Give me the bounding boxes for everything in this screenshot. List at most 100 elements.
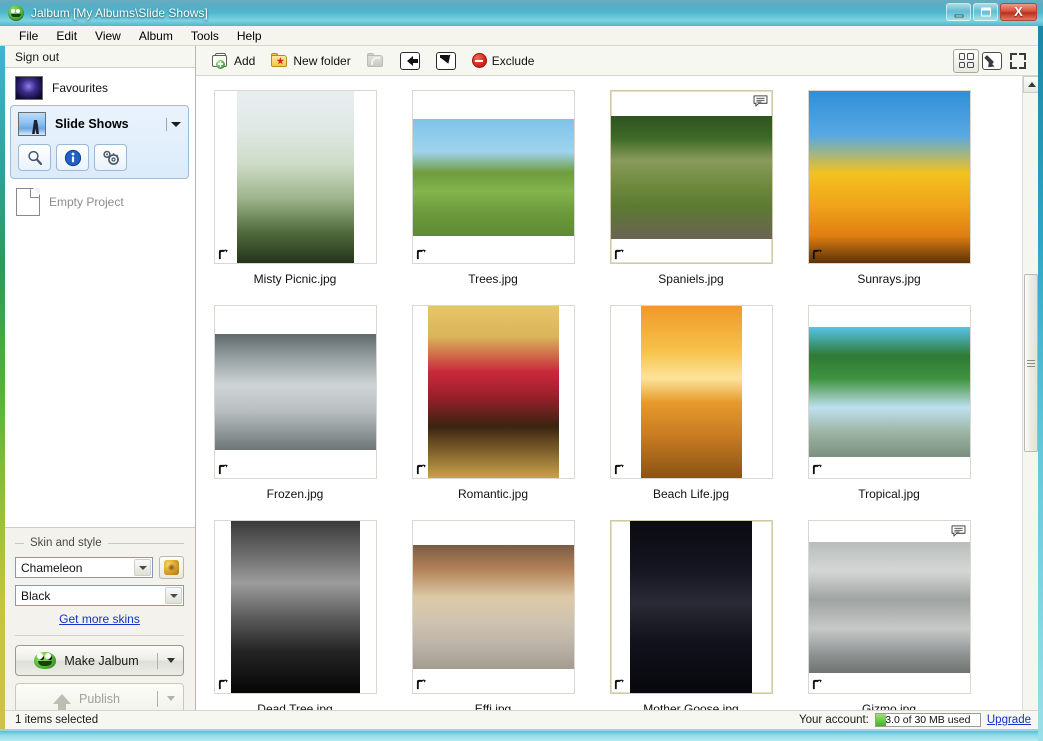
thumbnail-cell[interactable]: Trees.jpg — [394, 90, 592, 305]
corner-arrow-icon[interactable] — [416, 249, 427, 260]
album-header: Slide Shows — [18, 112, 181, 136]
thumbnail-cell[interactable]: Effi.jpg — [394, 520, 592, 729]
add-button[interactable]: Add — [204, 49, 263, 73]
sidebar-item-favourites[interactable]: Favourites — [10, 74, 189, 102]
menu-edit[interactable]: Edit — [47, 27, 86, 45]
menu-file[interactable]: File — [10, 27, 47, 45]
thumbnail-card[interactable] — [610, 90, 773, 264]
search-button[interactable] — [18, 144, 51, 171]
thumbnail-card[interactable] — [610, 305, 773, 479]
corner-arrow-icon[interactable] — [614, 249, 625, 260]
sidebar-item-empty-project[interactable]: Empty Project — [10, 186, 189, 218]
thumbnail-cell[interactable]: Frozen.jpg — [196, 305, 394, 520]
skin-group-label: Skin and style — [30, 537, 102, 549]
thumbnail-cell[interactable]: Misty Picnic.jpg — [196, 90, 394, 305]
corner-arrow-icon[interactable] — [218, 679, 229, 690]
thumbnail-cell[interactable]: Spaniels.jpg — [592, 90, 790, 305]
exclude-icon — [472, 53, 487, 68]
make-jalbum-content: Make Jalbum — [16, 652, 157, 669]
get-more-skins-link[interactable]: Get more skins — [59, 612, 140, 626]
thumbnail-image — [237, 91, 354, 263]
fullscreen-button[interactable] — [1005, 49, 1031, 73]
thumbnail-grid[interactable]: Misty Picnic.jpg Trees.jpg Spaniels.jpg Sun… — [196, 76, 1022, 729]
thumbnail-card[interactable] — [412, 305, 575, 479]
album-dropdown-button[interactable] — [166, 118, 181, 131]
panel-divider — [15, 635, 184, 636]
thumbnail-cell[interactable]: Sunrays.jpg — [790, 90, 988, 305]
menu-bar: File Edit View Album Tools Help — [0, 26, 1043, 46]
corner-arrow-icon[interactable] — [218, 464, 229, 475]
forward-button[interactable] — [428, 49, 464, 73]
make-jalbum-dropdown[interactable] — [158, 658, 183, 663]
thumbnail-cell[interactable]: Tropical.jpg — [790, 305, 988, 520]
minimize-icon — [954, 15, 963, 18]
skin-preview-button[interactable] — [159, 556, 184, 579]
thumbnail-caption: Trees.jpg — [468, 272, 518, 286]
thumbnail-caption: Tropical.jpg — [858, 487, 920, 501]
skin-select[interactable]: Chameleon — [15, 557, 153, 578]
thumbnail-cell[interactable]: Mother Goose.jpg — [592, 520, 790, 729]
exclude-button[interactable]: Exclude — [464, 49, 543, 73]
style-select-value: Black — [16, 589, 50, 603]
thumbnail-card[interactable] — [610, 520, 773, 694]
thumbnail-card[interactable] — [808, 520, 971, 694]
comment-icon[interactable] — [753, 95, 768, 107]
thumbnail-card[interactable] — [214, 305, 377, 479]
quota-bar: 3.0 of 30 MB used — [875, 713, 981, 727]
edit-button[interactable] — [979, 49, 1005, 73]
new-folder-button[interactable]: New folder — [263, 49, 358, 73]
menu-album[interactable]: Album — [130, 27, 182, 45]
corner-arrow-icon[interactable] — [218, 249, 229, 260]
frog-icon — [8, 5, 24, 21]
corner-arrow-icon[interactable] — [416, 679, 427, 690]
thumbnail-cell[interactable]: Gizmo.jpg — [790, 520, 988, 729]
thumbnail-card[interactable] — [412, 90, 575, 264]
status-bar: 1 items selected Your account: 3.0 of 30… — [4, 710, 1039, 729]
corner-arrow-icon[interactable] — [812, 679, 823, 690]
thumbnail-card[interactable] — [808, 305, 971, 479]
grid-view-button[interactable] — [953, 49, 979, 73]
up-folder-icon — [367, 53, 384, 68]
sidebar-item-slide-shows[interactable]: Slide Shows — [10, 105, 189, 179]
corner-arrow-icon[interactable] — [614, 464, 625, 475]
corner-arrow-icon[interactable] — [812, 249, 823, 260]
grip-icon — [1027, 358, 1035, 369]
menu-view[interactable]: View — [86, 27, 130, 45]
menu-help[interactable]: Help — [228, 27, 271, 45]
thumbnail-cell[interactable]: Romantic.jpg — [394, 305, 592, 520]
up-folder-button[interactable] — [359, 49, 392, 73]
corner-arrow-icon[interactable] — [416, 464, 427, 475]
window-controls: X — [946, 3, 1037, 21]
thumbnail-card[interactable] — [214, 520, 377, 694]
upgrade-link[interactable]: Upgrade — [987, 714, 1031, 726]
vertical-scrollbar[interactable] — [1022, 76, 1039, 729]
thumbnail-card[interactable] — [412, 520, 575, 694]
make-jalbum-button[interactable]: Make Jalbum — [15, 645, 184, 676]
sidebar-spacer — [4, 218, 195, 527]
back-button[interactable] — [392, 49, 428, 73]
publish-dropdown[interactable] — [158, 696, 183, 701]
corner-arrow-icon[interactable] — [614, 679, 625, 690]
toolbar: Add New folder — [196, 46, 1039, 76]
comment-icon[interactable] — [951, 525, 966, 537]
sign-out-link[interactable]: Sign out — [15, 50, 59, 64]
menu-tools[interactable]: Tools — [182, 27, 228, 45]
info-button[interactable] — [56, 144, 89, 171]
minimize-button[interactable] — [946, 3, 971, 21]
settings-button[interactable] — [94, 144, 127, 171]
thumbnail-caption: Spaniels.jpg — [658, 272, 723, 286]
thumbnail-card[interactable] — [808, 90, 971, 264]
scrollbar-thumb[interactable] — [1024, 274, 1038, 452]
close-button[interactable]: X — [1000, 3, 1037, 21]
thumbnail-cell[interactable]: Beach Life.jpg — [592, 305, 790, 520]
thumbnail-cell[interactable]: Dead Tree.jpg — [196, 520, 394, 729]
publish-label: Publish — [79, 692, 120, 706]
thumbnail-card[interactable] — [214, 90, 377, 264]
maximize-button[interactable] — [973, 3, 998, 21]
corner-arrow-icon[interactable] — [812, 464, 823, 475]
chevron-up-icon — [1028, 82, 1036, 87]
style-select[interactable]: Black — [15, 585, 184, 606]
album-tree: Favourites Slide Shows — [4, 68, 195, 218]
selection-status: 1 items selected — [15, 714, 799, 726]
grid-wrapper: Misty Picnic.jpg Trees.jpg Spaniels.jpg Sun… — [196, 76, 1039, 729]
